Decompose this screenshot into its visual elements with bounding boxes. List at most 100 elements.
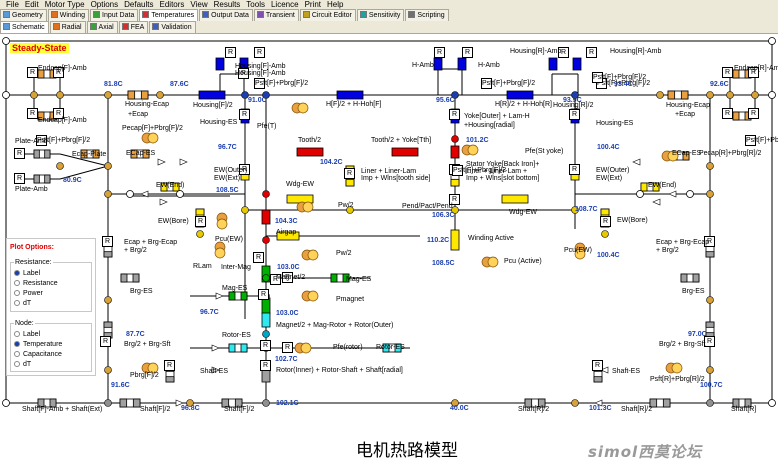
tab-output-data[interactable]: Output Data [199,9,253,21]
thermal-resistor[interactable] [501,194,529,204]
ambient-node[interactable] [126,190,134,198]
thermal-node[interactable] [706,190,714,198]
capacitance-box[interactable]: R [164,360,175,371]
thermal-node[interactable] [656,91,664,99]
thermal-node[interactable] [706,91,714,99]
tab-axial[interactable]: Axial [86,21,118,33]
tab-fea[interactable]: FEA [118,21,149,33]
tab-winding[interactable]: Winding [47,9,90,21]
thermal-resistor[interactable] [548,57,558,71]
capacitance-box[interactable]: R [569,164,580,175]
tab-schematic[interactable]: Schematic [0,21,49,33]
capacitance-box[interactable]: R [239,109,250,120]
capacitance-box[interactable]: R [282,342,293,353]
thermal-resistor[interactable] [261,297,271,315]
thermal-resistor[interactable] [506,90,534,100]
capacitance-box[interactable]: R [434,47,445,58]
resistance-box[interactable]: Psft[F]+Pbrg[F]/2 [745,135,778,146]
thermal-node[interactable] [262,399,270,407]
thermal-node[interactable] [104,366,112,374]
menu-motor-type[interactable]: Motor Type [45,0,85,9]
capacitance-box[interactable]: R [260,340,271,351]
menu-options[interactable]: Options [91,0,119,9]
thermal-node[interactable] [706,399,714,407]
thermal-node[interactable] [56,91,64,99]
capacitance-box[interactable]: R [102,236,113,247]
capacitance-box[interactable]: R [225,47,236,58]
thermal-node[interactable] [196,230,204,238]
capacitance-box[interactable]: R [586,47,597,58]
capacitance-box[interactable]: R [195,216,206,227]
tab-sensitivity[interactable]: Sensitivity [356,9,405,21]
menu-help[interactable]: Help [327,0,343,9]
thermal-node[interactable] [706,162,714,170]
radio-capacitance[interactable]: Capacitance [14,350,91,360]
capacitance-box[interactable]: R [260,360,271,371]
menu-print[interactable]: Print [305,0,321,9]
resistance-box[interactable]: Psft[F]+Pbrg[F]/2 [254,78,308,89]
menu-licence[interactable]: Licence [271,0,299,9]
tab-transient[interactable]: Transient [253,9,299,21]
thermal-node[interactable] [104,399,112,407]
thermal-resistor[interactable] [261,312,271,328]
thermal-node[interactable] [104,296,112,304]
thermal-node[interactable] [751,91,759,99]
ambient-node[interactable] [636,190,644,198]
menu-file[interactable]: File [6,0,19,9]
menu-defaults[interactable]: Defaults [124,0,153,9]
radio-dt[interactable]: dT [14,360,91,370]
capacitance-box[interactable]: R [462,47,473,58]
resistance-box[interactable]: Psft[F]+Pbrg[F]/2 [481,78,535,89]
radio-label[interactable]: Label [14,330,91,340]
capacitance-box[interactable]: R [253,252,264,263]
radio-power[interactable]: Power [14,289,91,299]
thermal-node[interactable] [726,91,734,99]
thermal-node[interactable] [706,366,714,374]
tab-input-data[interactable]: Input Data [90,9,139,21]
capacitance-box[interactable]: R [449,109,460,120]
ambient-node[interactable] [2,91,10,99]
thermal-node[interactable] [262,190,270,198]
ambient-node[interactable] [176,190,184,198]
capacitance-box[interactable]: R [27,108,38,119]
capacitance-box[interactable]: R [258,289,269,300]
thermal-resistor[interactable] [391,147,419,157]
thermal-resistor[interactable] [198,90,226,100]
capacitance-box[interactable]: R [14,173,25,184]
menu-edit[interactable]: Edit [25,0,39,9]
thermal-resistor[interactable] [450,229,460,251]
ambient-node[interactable] [768,37,776,45]
thermal-resistor[interactable] [215,57,225,71]
thermal-schematic-canvas[interactable]: Steady-State Plot Options: Resistance: L… [0,33,778,420]
thermal-node[interactable] [451,135,459,143]
ambient-node[interactable] [768,399,776,407]
ambient-node[interactable] [2,37,10,45]
thermal-node[interactable] [104,190,112,198]
thermal-resistor[interactable] [457,57,467,71]
thermal-node[interactable] [30,91,38,99]
thermal-node[interactable] [104,162,112,170]
thermal-resistor[interactable] [336,90,364,100]
thermal-resistor[interactable] [261,209,271,225]
resistance-box[interactable]: Psft[F]+Pbrg[F]/2 [452,165,506,176]
thermal-node[interactable] [706,296,714,304]
thermal-node[interactable] [601,230,609,238]
menu-view[interactable]: View [190,0,207,9]
thermal-resistor[interactable] [433,57,443,71]
menu-results[interactable]: Results [214,0,241,9]
radio-resistance[interactable]: Resistance [14,279,91,289]
thermal-resistor[interactable] [572,57,582,71]
resistance-box[interactable]: Psft[F]+Pbrg[F]/2 [592,72,646,83]
radio-temperature[interactable]: Temperature [14,340,91,350]
capacitance-box[interactable]: R [100,336,111,347]
tab-radial[interactable]: Radial [49,21,86,33]
capacitance-box[interactable]: R [592,360,603,371]
thermal-node[interactable] [156,91,164,99]
thermal-resistor[interactable] [296,147,324,157]
menu-editors[interactable]: Editors [160,0,185,9]
thermal-node[interactable] [241,206,249,214]
tab-validation[interactable]: Validation [149,21,196,33]
menu-tools[interactable]: Tools [246,0,265,9]
capacitance-box[interactable]: R [722,108,733,119]
radio-dt[interactable]: dT [14,299,91,309]
